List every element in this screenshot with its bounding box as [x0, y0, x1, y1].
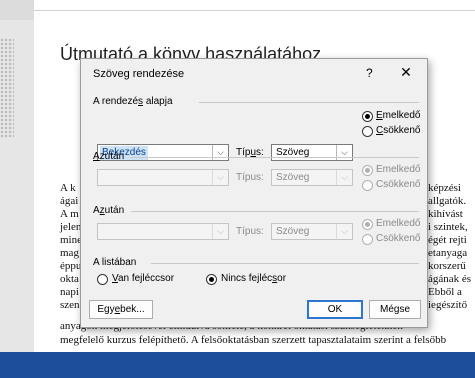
section-separator: [199, 102, 419, 103]
dialog-title: Szöveg rendezése: [93, 68, 185, 80]
sort-text-dialog: Szöveg rendezése ? ✕ A rendezés alapja B…: [80, 58, 428, 328]
text-fragment-right: égét rejti: [428, 234, 467, 246]
text-fragment-left: mine: [60, 234, 82, 246]
taskbar: [0, 352, 475, 378]
no-header-row-label: Nincs fejlécsor: [221, 273, 287, 284]
chevron-down-icon: ⌵: [212, 170, 228, 185]
sort-by-type-select[interactable]: Szöveg ⌵: [271, 144, 353, 161]
sort-by-label: A rendezés alapja: [93, 96, 173, 107]
then-by-type-label: Típus:: [236, 172, 264, 183]
then-by-ascending-label: Emelkedő: [376, 164, 421, 175]
cancel-button[interactable]: Mégse: [369, 300, 421, 319]
options-button[interactable]: Egyebek...: [89, 300, 153, 319]
then-by-descending-label: Csökkenő: [376, 179, 421, 190]
text-fragment-left: szen: [60, 299, 80, 311]
chevron-down-icon: ⌵: [336, 224, 352, 239]
then-by-2-descending-label: Csökkenő: [376, 233, 421, 244]
text-fragment-right: korszerű: [428, 260, 466, 272]
section-separator: [131, 157, 419, 158]
my-list-label: A listában: [93, 257, 137, 268]
text-fragment-left: mag: [60, 247, 79, 259]
ok-button[interactable]: OK: [307, 300, 363, 319]
close-icon[interactable]: ✕: [393, 62, 419, 82]
text-fragment-left: ágai: [60, 195, 79, 207]
text-fragment-right: etanyaga: [428, 247, 468, 259]
text-fragment-right: kihívást: [428, 208, 463, 220]
then-by-2-type-label: Típus:: [236, 226, 264, 237]
text-fragment-right: ágának és: [428, 273, 472, 285]
chevron-down-icon: ⌵: [212, 224, 228, 239]
text-fragment-left: éppu: [60, 260, 82, 272]
sort-by-descending-radio[interactable]: [362, 126, 373, 137]
ruler-dots: [0, 38, 14, 138]
text-fragment-left: jelen: [60, 221, 82, 233]
text-fragment-right: i szintek,: [428, 221, 468, 233]
then-by-2-descending-radio[interactable]: [362, 234, 373, 245]
sort-by-ascending-label: Emelkedő: [376, 110, 421, 121]
text-fragment-right: Ebből a: [428, 286, 462, 298]
text-fragment-left: A m: [60, 208, 79, 220]
then-by-2-ascending-label: Emelkedő: [376, 218, 421, 229]
then-by-descending-radio[interactable]: [362, 180, 373, 191]
page-header-line: [34, 10, 475, 11]
sort-by-ascending-radio[interactable]: [362, 111, 373, 122]
help-button[interactable]: ?: [366, 66, 373, 80]
no-header-row-radio[interactable]: [206, 274, 217, 285]
header-row-radio[interactable]: [97, 274, 108, 285]
then-by-type-select[interactable]: Szöveg ⌵: [271, 169, 353, 186]
sort-by-descending-label: Csökkenő: [376, 125, 421, 136]
then-by-2-field-select[interactable]: ⌵: [97, 223, 229, 240]
then-by-field-select[interactable]: ⌵: [97, 169, 229, 186]
section-separator: [131, 211, 419, 212]
document-body-line: megfelelő kurzus felépíthető. A felsőokt…: [60, 334, 447, 346]
then-by-2-label: Azután: [93, 205, 125, 216]
text-fragment-left: okta: [60, 273, 79, 285]
text-fragment-right: allgatók.: [428, 195, 467, 207]
text-fragment-right: képzési: [428, 182, 461, 194]
text-fragment-left: A k: [60, 182, 76, 194]
section-separator: [151, 263, 419, 264]
text-fragment-right: iegészítő: [428, 299, 468, 311]
then-by-2-type-value: Szöveg: [276, 226, 310, 237]
then-by-2-ascending-radio[interactable]: [362, 219, 373, 230]
text-fragment-left: napi: [60, 286, 79, 298]
then-by-ascending-radio[interactable]: [362, 165, 373, 176]
then-by-2-type-select[interactable]: Szöveg ⌵: [271, 223, 353, 240]
header-row-label: Van fejléccsor: [112, 273, 175, 284]
then-by-type-value: Szöveg: [276, 172, 310, 183]
then-by-label: Azután: [93, 151, 125, 162]
chevron-down-icon: ⌵: [336, 170, 352, 185]
